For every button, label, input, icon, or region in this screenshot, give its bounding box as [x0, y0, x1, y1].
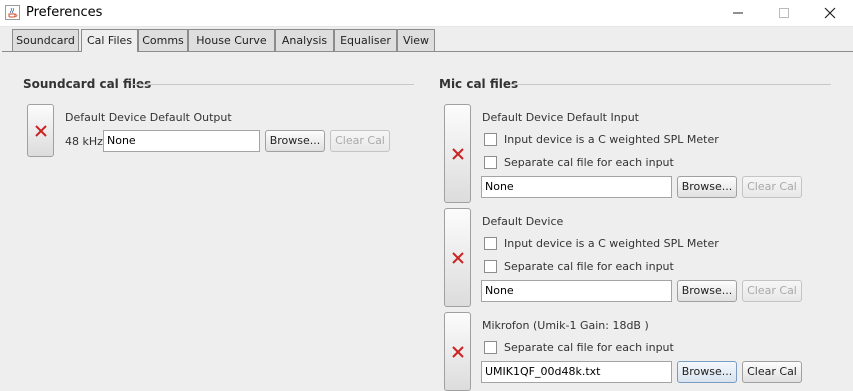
remove-x-icon [34, 124, 47, 137]
tab-analysis[interactable]: Analysis [275, 29, 334, 51]
close-button[interactable] [807, 0, 853, 26]
soundcard-clear-cal-button[interactable]: Clear Cal [330, 130, 390, 152]
mic-browse-button[interactable]: Browse... [677, 361, 737, 383]
mic-cal-file-field[interactable]: UMIK1QF_00d48k.txt [481, 361, 672, 383]
mic-clear-cal-button[interactable]: Clear Cal [742, 176, 802, 198]
section-divider [510, 84, 831, 85]
remove-x-icon [451, 345, 464, 358]
tab-comms[interactable]: Comms [138, 29, 188, 51]
spl-meter-checkbox[interactable] [484, 237, 497, 250]
mic-cal-file-field[interactable]: None [481, 280, 672, 302]
soundcard-browse-button[interactable]: Browse... [265, 130, 325, 152]
tab-equaliser[interactable]: Equaliser [334, 29, 397, 51]
tab-house-curve[interactable]: House Curve [188, 29, 275, 51]
window-title: Preferences [26, 5, 103, 20]
remove-x-icon [451, 147, 464, 160]
separate-cal-label: Separate cal file for each input [504, 156, 674, 169]
separate-cal-checkbox[interactable] [484, 156, 497, 169]
remove-mic-cal-button[interactable] [444, 312, 471, 391]
mic-cal-file-field[interactable]: None [481, 176, 672, 198]
maximize-button[interactable] [761, 0, 807, 26]
remove-mic-cal-button[interactable] [444, 104, 471, 203]
separate-cal-checkbox[interactable] [484, 341, 497, 354]
tab-view[interactable]: View [397, 29, 435, 51]
tab-cal-files[interactable]: Cal Files [81, 29, 138, 52]
tab-soundcard[interactable]: Soundcard [12, 29, 79, 51]
mic-clear-cal-button[interactable]: Clear Cal [742, 280, 802, 302]
separate-cal-label: Separate cal file for each input [504, 260, 674, 273]
sample-rate-label: 48 kHz [65, 135, 103, 148]
mic-browse-button[interactable]: Browse... [677, 280, 737, 302]
active-tab-gap [82, 51, 137, 52]
separate-cal-label: Separate cal file for each input [504, 341, 674, 354]
soundcard-device-name: Default Device Default Output [65, 111, 232, 124]
spl-meter-checkbox[interactable] [484, 133, 497, 146]
mic-device-name: Default Device Default Input [482, 111, 639, 124]
section-divider [131, 84, 414, 85]
remove-soundcard-cal-button[interactable] [27, 104, 54, 157]
spl-meter-label: Input device is a C weighted SPL Meter [504, 133, 719, 146]
separate-cal-checkbox[interactable] [484, 260, 497, 273]
soundcard-cal-file-field[interactable]: None [103, 130, 260, 152]
mic-device-name: Mikrofon (Umik-1 Gain: 18dB ) [482, 319, 649, 332]
maximize-icon [779, 8, 789, 18]
mic-section-title: Mic cal files [439, 77, 519, 91]
minimize-button[interactable] [715, 0, 761, 26]
title-bar: Preferences [0, 0, 853, 27]
spl-meter-label: Input device is a C weighted SPL Meter [504, 237, 719, 250]
mic-clear-cal-button[interactable]: Clear Cal [742, 361, 802, 383]
mic-browse-button[interactable]: Browse... [677, 176, 737, 198]
remove-mic-cal-button[interactable] [444, 208, 471, 307]
java-cup-icon [5, 5, 20, 20]
remove-x-icon [451, 251, 464, 264]
mic-device-name: Default Device [482, 215, 564, 228]
minimize-icon [733, 12, 743, 14]
close-icon [824, 7, 836, 19]
